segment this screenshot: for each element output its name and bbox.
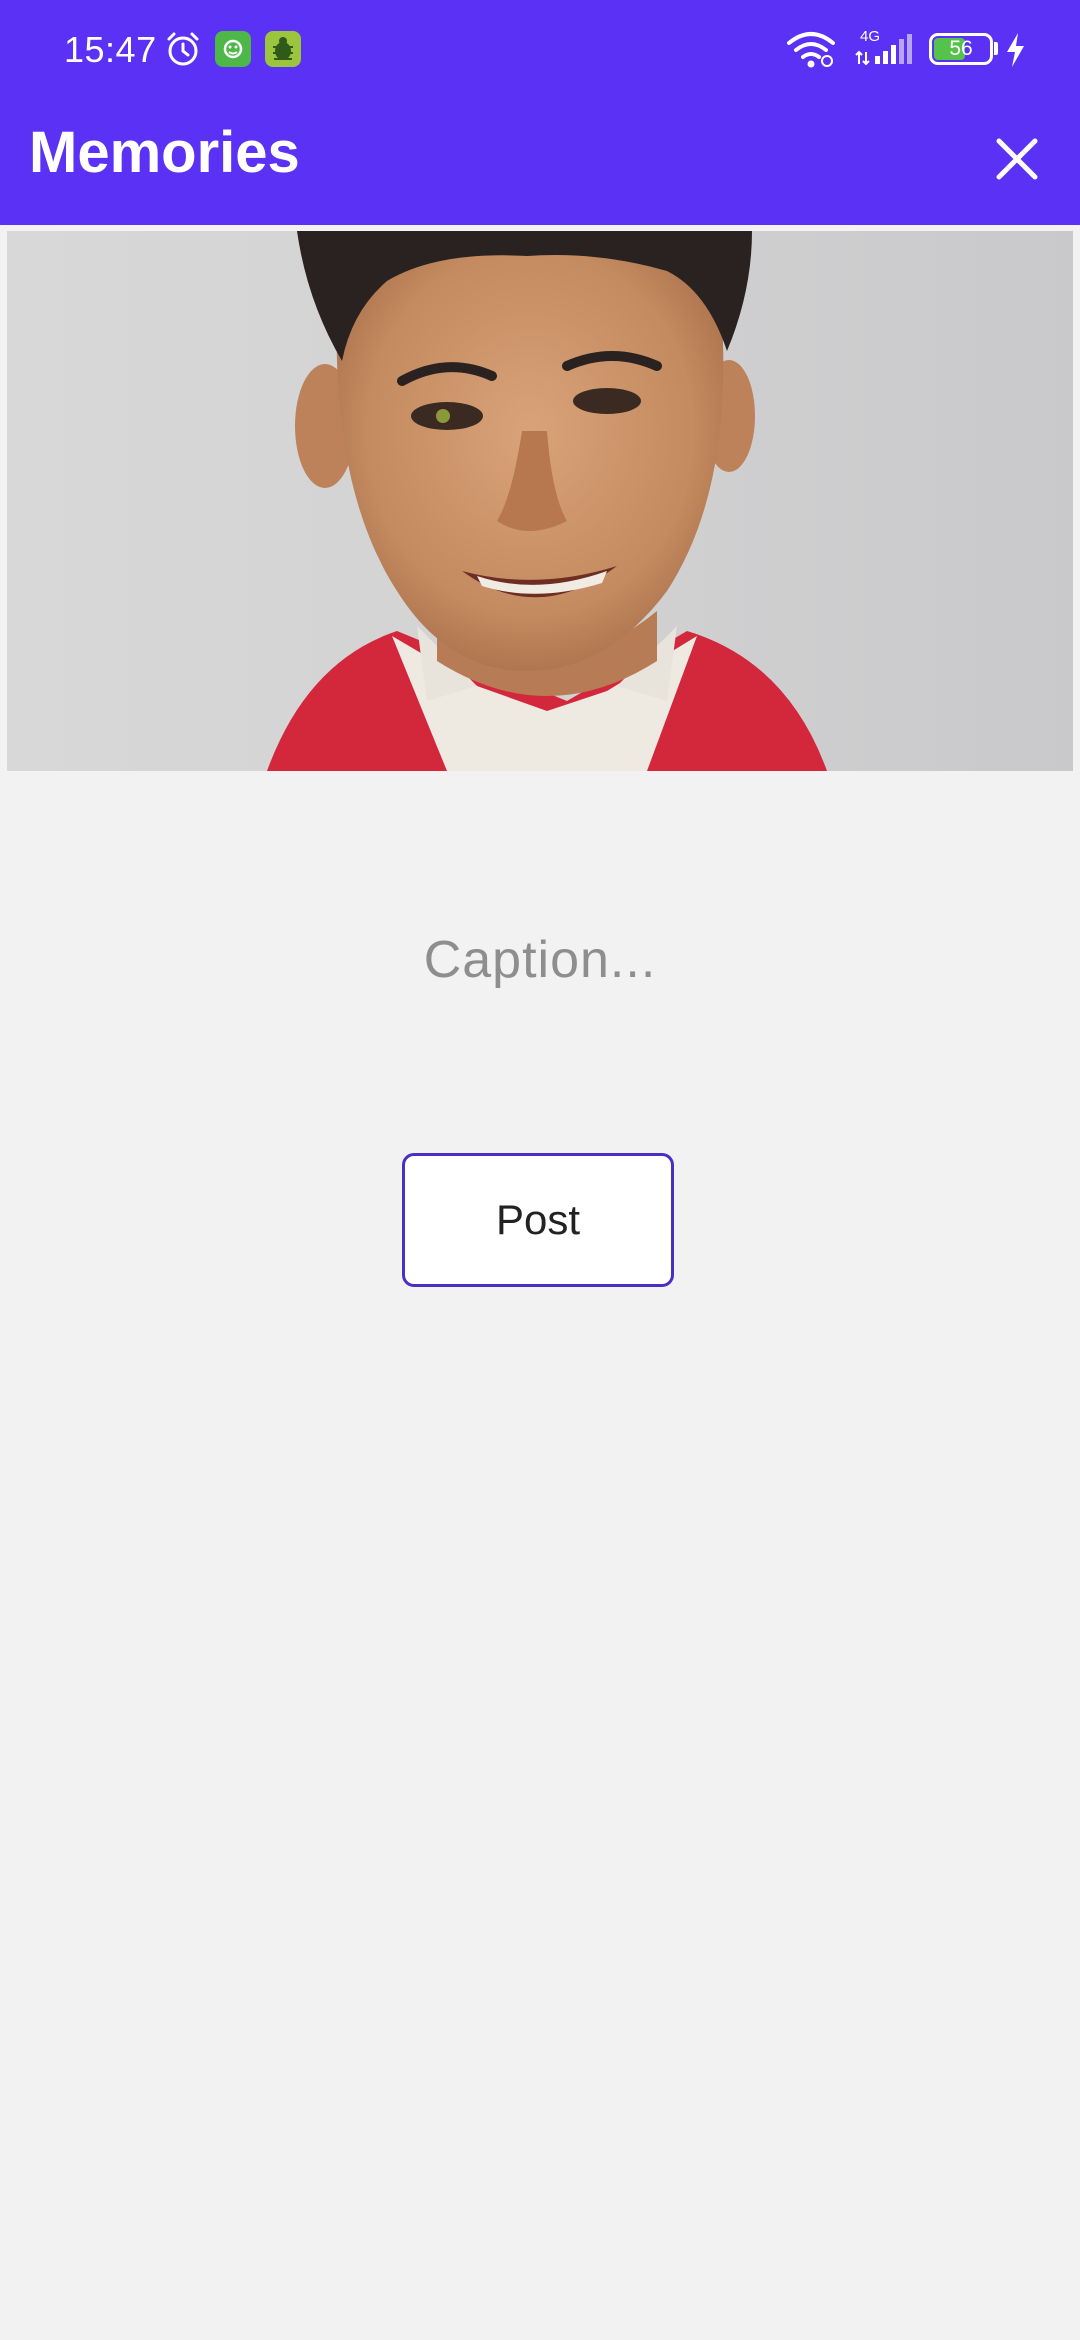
wifi-icon [787, 32, 835, 68]
caption-input[interactable]: Caption... [0, 925, 1080, 995]
battery-tip [994, 42, 998, 55]
close-button[interactable] [982, 124, 1052, 194]
status-time: 15:47 [64, 29, 157, 70]
status-bar: 15:47 4G 56 [0, 0, 1080, 100]
green-app-icon [215, 31, 251, 67]
battery-percent: 56 [949, 37, 973, 60]
page-title: Memories [29, 120, 300, 185]
bug-app-icon [265, 31, 301, 67]
battery-icon: 56 [929, 33, 993, 65]
portrait-photo [7, 231, 1073, 771]
app-bar: Memories [0, 100, 1080, 225]
memory-photo [7, 231, 1073, 771]
post-button[interactable]: Post [402, 1153, 674, 1287]
signal-icon [855, 34, 912, 66]
close-icon [996, 138, 1038, 180]
charging-icon [1007, 33, 1024, 67]
alarm-icon [167, 32, 199, 66]
